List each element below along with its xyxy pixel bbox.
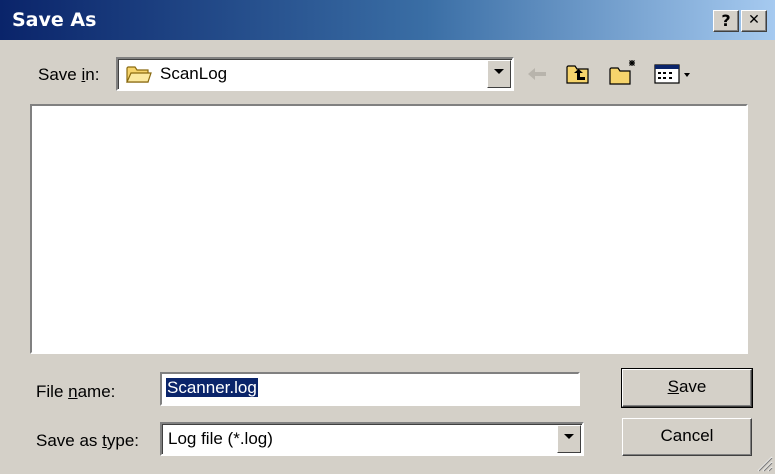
- save-as-type-label: Save as type:: [36, 431, 140, 450]
- resize-grip-icon[interactable]: [755, 454, 773, 472]
- save-as-type-dropdown-arrow[interactable]: [557, 425, 581, 453]
- file-name-value: Scanner.log: [166, 378, 258, 397]
- file-list[interactable]: [30, 104, 748, 354]
- current-folder-name: ScanLog: [160, 64, 228, 83]
- help-button[interactable]: ?: [713, 10, 739, 32]
- window-title: Save As: [12, 9, 97, 31]
- save-as-type-value: Log file (*.log): [168, 429, 273, 448]
- back-arrow-icon[interactable]: [526, 66, 548, 82]
- file-name-label: File name:: [36, 382, 116, 401]
- save-as-dialog: Save As ? ✕ Save in: ScanLog File name:: [0, 0, 775, 474]
- save-in-label: Save in:: [38, 65, 100, 84]
- close-button[interactable]: ✕: [741, 10, 767, 32]
- cancel-button[interactable]: Cancel: [622, 418, 752, 456]
- folder-icon: [126, 66, 152, 83]
- save-as-type-dropdown[interactable]: Log file (*.log): [160, 422, 584, 456]
- title-bar[interactable]: Save As ? ✕: [0, 0, 775, 40]
- save-in-dropdown-arrow[interactable]: [487, 60, 511, 88]
- save-in-dropdown[interactable]: ScanLog: [116, 57, 514, 91]
- new-folder-icon[interactable]: [609, 59, 639, 87]
- up-one-level-icon[interactable]: [566, 62, 592, 86]
- save-button[interactable]: Save: [621, 368, 753, 408]
- view-menu-icon[interactable]: [654, 63, 694, 85]
- file-name-input[interactable]: Scanner.log: [160, 372, 580, 406]
